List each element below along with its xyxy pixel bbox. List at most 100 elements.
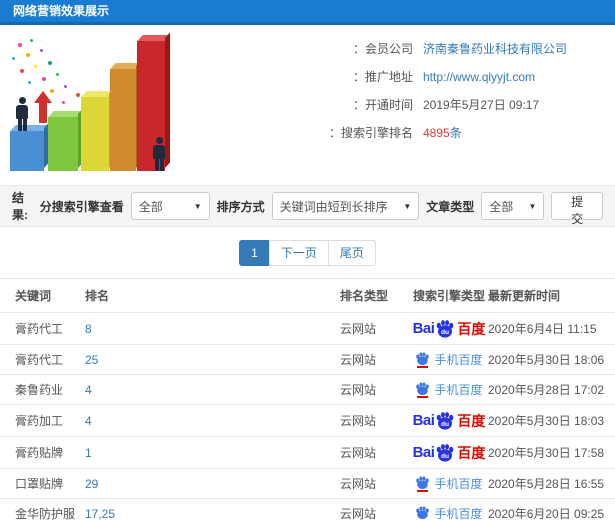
businessman-figure-right	[152, 137, 166, 171]
table-row: 秦鲁药业 4 云网站 手机百度 2020年5月28日 17:02	[0, 374, 615, 405]
table-row: 金华防护服 17,25 云网站 手机百度 2020年6月20日 09:25	[0, 498, 615, 520]
keyword-ranking-table: 关键词 排名 排名类型 搜索引擎类型 最新更新时间 膏药代工 8 云网站 Bai…	[0, 278, 615, 520]
bar-blue	[10, 131, 44, 171]
promo-url-label: 推广地址：	[352, 70, 413, 84]
table-row: 膏药代工 25 云网站 手机百度 2020年5月30日 18:06	[0, 344, 615, 375]
rank-type-cell: 云网站	[340, 312, 410, 345]
baidu-paw-icon: du	[437, 412, 454, 430]
rank-link[interactable]: 4	[85, 383, 92, 397]
table-header-row: 关键词 排名 排名类型 搜索引擎类型 最新更新时间	[0, 278, 615, 313]
rank-type-cell: 云网站	[340, 344, 410, 375]
updated-cell: 2020年6月20日 09:25	[488, 498, 615, 520]
rank-count-value: 4895条	[423, 119, 462, 147]
account-info: 会员公司： 济南秦鲁药业科技有限公司 推广地址： http://www.qlyy…	[178, 31, 615, 185]
page-title: 网络营销效果展示	[0, 0, 615, 25]
engine-cell: Bai du 百度	[410, 312, 488, 345]
table-row: 膏药贴牌 1 云网站 Bai du 百度 2020年5月30日 17:58	[0, 436, 615, 469]
rank-count-row: 搜索引擎排名： 4895条	[178, 119, 615, 147]
rank-type-cell: 云网站	[340, 436, 410, 469]
promo-url-row: 推广地址： http://www.qlyyjt.com	[178, 63, 615, 91]
header-rank-type: 排名类型	[340, 278, 410, 313]
updated-cell: 2020年5月28日 16:55	[488, 468, 615, 499]
filter-controls: 分搜索引擎查看 全部 ▼ 排序方式 关键词由短到长排序 ▼ 文章类型 全部 ▼ 提交	[40, 192, 604, 226]
mobile-baidu-logo: 手机百度	[415, 505, 483, 520]
keyword-cell: 膏药代工	[0, 344, 85, 375]
growth-arrow-icon	[34, 91, 52, 123]
bar-orange	[110, 69, 136, 171]
keyword-cell: 膏药贴牌	[0, 436, 85, 469]
baidu-paw-icon	[415, 381, 430, 398]
rank-type-cell: 云网站	[340, 404, 410, 437]
rank-cell: 25	[85, 344, 340, 375]
rank-count-label: 搜索引擎排名：	[328, 126, 413, 140]
chevron-down-icon: ▼	[528, 201, 537, 211]
company-row: 会员公司： 济南秦鲁药业科技有限公司	[178, 35, 615, 63]
baidu-paw-icon	[415, 351, 430, 368]
red-underline	[417, 395, 429, 398]
baidu-logo: Bai du 百度	[412, 444, 486, 462]
open-time-value: 2019年5月27日 09:17	[423, 98, 540, 112]
rank-link[interactable]: 4	[85, 414, 92, 428]
page-1-button[interactable]: 1	[239, 240, 270, 266]
red-underline	[417, 489, 429, 492]
mobile-baidu-logo: 手机百度	[415, 475, 483, 492]
rank-link[interactable]: 25	[85, 353, 98, 367]
engine-cell: 手机百度	[410, 468, 488, 499]
keyword-cell: 膏药加工	[0, 404, 85, 437]
rank-count-unit-link[interactable]: 条	[450, 126, 462, 140]
last-page-button[interactable]: 尾页	[327, 240, 376, 266]
rank-link[interactable]: 17,25	[85, 507, 115, 520]
article-type-select[interactable]: 全部 ▼	[481, 192, 545, 220]
updated-cell: 2020年5月30日 18:03	[488, 404, 615, 437]
sort-filter-label: 排序方式	[216, 199, 265, 214]
rank-type-cell: 云网站	[340, 374, 410, 405]
bar-yellow	[81, 97, 109, 171]
rank-type-cell: 云网站	[340, 498, 410, 520]
marketing-results-page: 网络营销效果展示 会员公司： 济南秦鲁药业科技有限公司 推广地址： http:/…	[0, 0, 615, 520]
businessman-figure-left	[15, 97, 29, 131]
rank-cell: 1	[85, 436, 340, 469]
chevron-down-icon: ▼	[193, 201, 202, 211]
updated-cell: 2020年5月30日 17:58	[488, 436, 615, 469]
submit-button[interactable]: 提交	[551, 192, 604, 226]
table-row: 口罩贴牌 29 云网站 手机百度 2020年5月28日 16:55	[0, 468, 615, 499]
baidu-logo: Bai du 百度	[412, 412, 486, 430]
header-updated: 最新更新时间	[488, 278, 615, 313]
rank-link[interactable]: 29	[85, 477, 98, 491]
company-label: 会员公司：	[352, 42, 413, 56]
company-link[interactable]: 济南秦鲁药业科技有限公司	[423, 35, 567, 63]
rank-cell: 29	[85, 468, 340, 499]
article-type-label: 文章类型	[426, 199, 475, 214]
growth-chart-clipart	[0, 31, 178, 181]
engine-cell: 手机百度	[410, 498, 488, 520]
sort-select[interactable]: 关键词由短到长排序 ▼	[271, 192, 420, 220]
table-row: 膏药加工 4 云网站 Bai du 百度 2020年5月30日 18:03	[0, 404, 615, 437]
rank-type-cell: 云网站	[340, 468, 410, 499]
header-keyword: 关键词	[0, 278, 85, 313]
header-engine-type: 搜索引擎类型	[410, 278, 488, 313]
pagination: 1 下一页 尾页	[0, 227, 615, 278]
next-page-button[interactable]: 下一页	[268, 240, 329, 266]
rank-cell: 4	[85, 404, 340, 437]
engine-cell: Bai du 百度	[410, 436, 488, 469]
keyword-cell: 金华防护服	[0, 498, 85, 520]
rank-cell: 4	[85, 374, 340, 405]
filter-bar: 结果: 分搜索引擎查看 全部 ▼ 排序方式 关键词由短到长排序 ▼ 文章类型 全部 ▼…	[0, 185, 615, 227]
rank-link[interactable]: 8	[85, 322, 92, 336]
engine-cell: 手机百度	[410, 344, 488, 375]
rank-cell: 17,25	[85, 498, 340, 520]
table-row: 膏药代工 8 云网站 Bai du 百度 2020年6月4日 11:15	[0, 312, 615, 345]
baidu-paw-icon	[415, 475, 430, 492]
rank-link[interactable]: 1	[85, 446, 92, 460]
engine-cell: Bai du 百度	[410, 404, 488, 437]
open-time-label: 开通时间：	[352, 98, 413, 112]
mobile-baidu-logo: 手机百度	[415, 381, 483, 398]
red-underline	[417, 365, 429, 368]
engine-select[interactable]: 全部 ▼	[130, 192, 210, 220]
open-time-row: 开通时间： 2019年5月27日 09:17	[178, 91, 615, 119]
promo-url-link[interactable]: http://www.qlyyjt.com	[423, 63, 535, 91]
keyword-cell: 膏药代工	[0, 312, 85, 345]
header-rank: 排名	[85, 278, 340, 313]
engine-cell: 手机百度	[410, 374, 488, 405]
keyword-cell: 秦鲁药业	[0, 374, 85, 405]
